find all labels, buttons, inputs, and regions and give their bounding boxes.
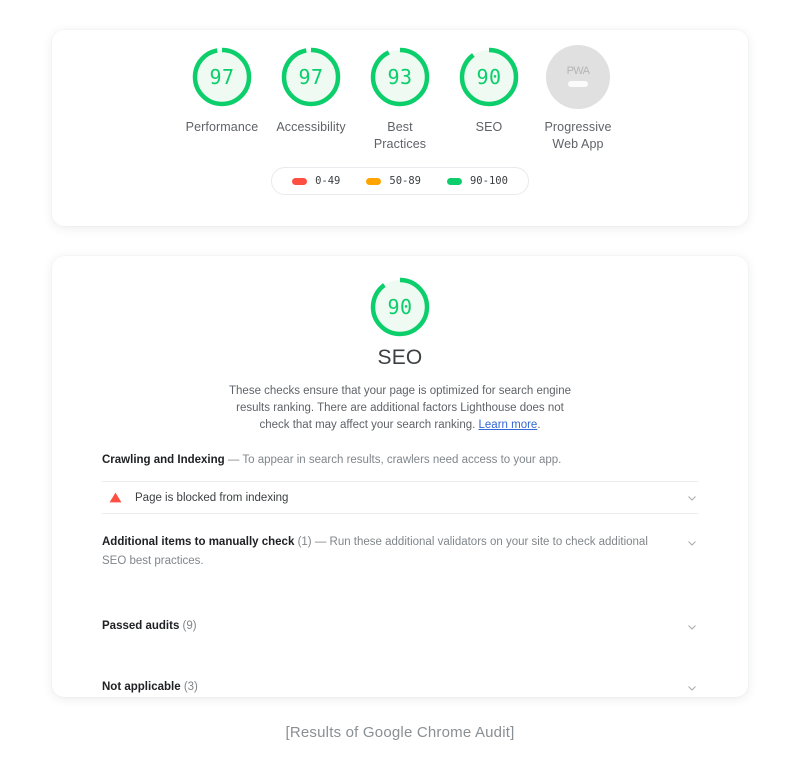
group-count-additional-items: (1) (298, 536, 312, 548)
page-root: 97 Performance 97 Accessibility (0, 0, 800, 774)
gauge-performance[interactable]: 97 Performance (178, 45, 267, 136)
score-legend-wrap: 0-49 50-89 90-100 (52, 167, 748, 195)
gauge-seo[interactable]: 90 SEO (445, 45, 534, 136)
group-row-additional-items[interactable]: Additional items to manually check (1) —… (102, 514, 698, 571)
group-description-crawling: To appear in search results, crawlers ne… (242, 454, 561, 466)
gauge-ring-seo: 90 (457, 45, 521, 109)
pwa-badge-icon: PWA (546, 45, 610, 109)
group-header-additional-items: Additional items to manually check (1) —… (102, 533, 686, 571)
score-gauge-row: 97 Performance 97 Accessibility (52, 30, 748, 153)
learn-more-link[interactable]: Learn more (479, 419, 538, 431)
gauge-label-progressive-web-app: ProgressiveWeb App (544, 119, 611, 153)
score-legend: 0-49 50-89 90-100 (271, 167, 529, 195)
group-row-passed-audits[interactable]: Passed audits (9) (102, 598, 698, 636)
legend-item-fail: 0-49 (292, 175, 340, 187)
legend-item-pass: 90-100 (447, 175, 508, 187)
gauge-best-practices[interactable]: 93 BestPractices (356, 45, 445, 153)
gauge-label-best-practices: BestPractices (374, 119, 426, 153)
gauge-score-best-practices: 93 (368, 45, 432, 109)
group-dash-crawling: — (225, 454, 243, 466)
group-title-passed-audits: Passed audits (102, 620, 179, 632)
score-summary-card: 97 Performance 97 Accessibility (52, 30, 748, 226)
chevron-down-icon[interactable] (686, 492, 698, 504)
gauge-label-seo: SEO (476, 119, 503, 136)
group-spacer (102, 636, 698, 659)
group-header-passed-audits: Passed audits (9) (102, 617, 686, 636)
seo-description-period: . (537, 419, 540, 431)
group-title-additional-items: Additional items to manually check (102, 536, 294, 548)
gauge-score-accessibility: 97 (279, 45, 343, 109)
gauge-score-seo: 90 (457, 45, 521, 109)
seo-detail-title: SEO (378, 346, 423, 370)
gauge-ring-performance: 97 (190, 45, 254, 109)
chevron-down-icon[interactable] (686, 682, 698, 694)
legend-label-average: 50-89 (389, 175, 421, 187)
chevron-down-icon[interactable] (686, 537, 698, 549)
warning-triangle-icon (109, 491, 122, 504)
gauge-progressive-web-app[interactable]: PWA ProgressiveWeb App (534, 45, 623, 153)
group-row-not-applicable[interactable]: Not applicable (3) (102, 659, 698, 697)
legend-swatch-red-icon (292, 178, 307, 185)
audit-title-page-blocked: Page is blocked from indexing (135, 492, 686, 504)
seo-detail-description: These checks ensure that your page is op… (224, 383, 576, 434)
legend-swatch-green-icon (447, 178, 462, 185)
seo-header: 90 SEO These checks ensure that your pag… (52, 256, 748, 434)
gauge-label-performance: Performance (186, 119, 259, 136)
seo-detail-gauge-ring: 90 (368, 275, 432, 339)
legend-swatch-orange-icon (366, 178, 381, 185)
legend-label-fail: 0-49 (315, 175, 340, 187)
seo-audit-list: Crawling and Indexing — To appear in sea… (52, 451, 748, 697)
group-header-not-applicable: Not applicable (3) (102, 678, 686, 697)
gauge-score-performance: 97 (190, 45, 254, 109)
seo-detail-score: 90 (368, 275, 432, 339)
pwa-badge-label: PWA (567, 65, 590, 77)
group-title-crawling: Crawling and Indexing (102, 454, 225, 466)
legend-label-pass: 90-100 (470, 175, 508, 187)
group-title-not-applicable: Not applicable (102, 681, 181, 693)
gauge-ring-accessibility: 97 (279, 45, 343, 109)
chevron-down-icon[interactable] (686, 621, 698, 633)
legend-item-average: 50-89 (366, 175, 421, 187)
group-count-passed-audits: (9) (183, 620, 197, 632)
figure-caption: [Results of Google Chrome Audit] (0, 724, 800, 741)
seo-detail-card: 90 SEO These checks ensure that your pag… (52, 256, 748, 697)
audit-row-page-blocked-from-indexing[interactable]: Page is blocked from indexing (102, 481, 698, 514)
group-count-not-applicable: (3) (184, 681, 198, 693)
group-spacer (102, 571, 698, 598)
group-dash-additional-items: — (312, 536, 330, 548)
group-header-crawling-and-indexing: Crawling and Indexing — To appear in sea… (102, 451, 698, 481)
gauge-label-accessibility: Accessibility (276, 119, 345, 136)
gauge-accessibility[interactable]: 97 Accessibility (267, 45, 356, 136)
gauge-ring-best-practices: 93 (368, 45, 432, 109)
pwa-dash-icon (568, 81, 588, 87)
